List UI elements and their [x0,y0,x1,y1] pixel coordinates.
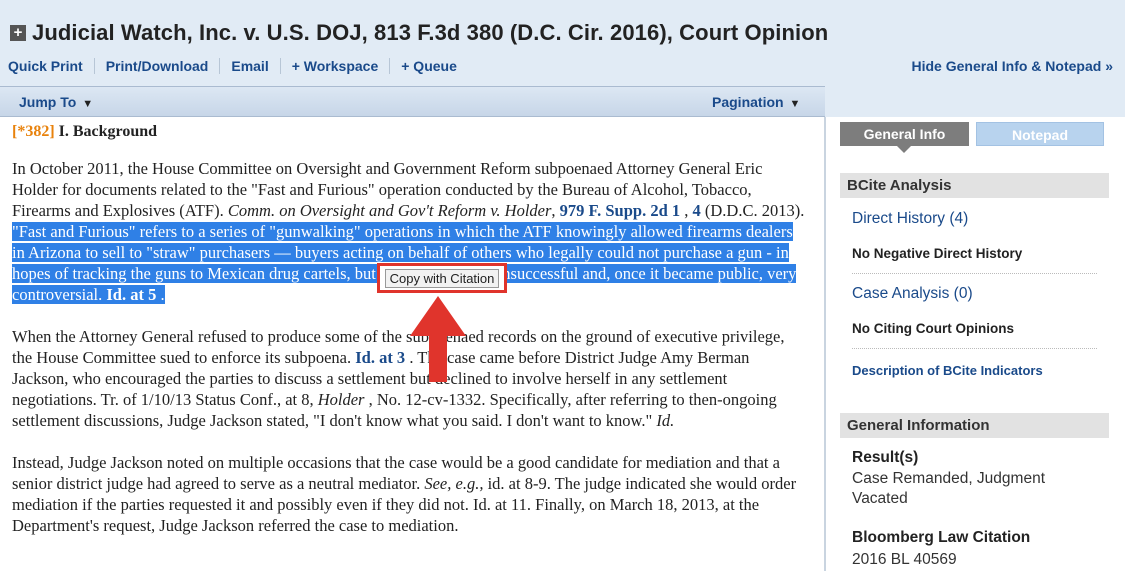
sidebar: General Info Notepad BCite Analysis Dire… [840,122,1110,568]
results-value: Case Remanded, Judgment Vacated [852,470,1046,507]
pagination-label: Pagination [712,94,784,110]
direct-history-link[interactable]: Direct History (4) [852,210,968,228]
bcite-description-link[interactable]: Description of BCite Indicators [852,363,1043,378]
bcite-analysis-header: BCite Analysis [840,173,1109,198]
add-queue-link[interactable]: + Queue [401,58,457,74]
paragraph: Instead, Judge Jackson noted on multiple… [12,452,808,536]
caret-down-icon: ▼ [82,98,94,110]
jump-to-label: Jump To [19,94,77,110]
double-chevron-right-icon: » [1105,58,1113,74]
signal: See, e.g., [424,474,484,493]
title-row: + Judicial Watch, Inc. v. U.S. DOJ, 813 … [10,20,828,46]
divider [852,273,1097,274]
citation-label: Bloomberg Law Citation [852,529,1031,546]
no-negative-history: No Negative Direct History [852,246,1023,261]
citation-link[interactable]: 4 [693,201,701,220]
opinion-text[interactable]: [*382] I. Background In October 2011, th… [12,123,808,557]
divider [219,58,221,74]
citation-link[interactable]: Id. at 3 [355,348,405,367]
paragraph: When the Attorney General refused to pro… [12,326,808,431]
text: (D.D.C. 2013). [700,201,805,220]
case-analysis-link[interactable]: Case Analysis (0) [852,285,973,303]
citation-link[interactable]: Id. at 5 [106,285,156,304]
panel-divider [824,117,826,571]
text: , [551,201,560,220]
case-name: Holder [317,390,365,409]
page-marker[interactable]: [*382] [12,123,55,140]
divider [279,58,281,74]
citation-value: 2016 BL 40569 [852,551,957,568]
general-information-header: General Information [840,413,1109,438]
divider [93,58,95,74]
hide-panel-label: Hide General Info & Notepad [911,58,1102,74]
document-nav-bar [0,86,825,117]
nav-bar-fill [825,86,1125,117]
section-title: I. Background [58,123,158,140]
case-name: Comm. on Oversight and Gov't Reform v. H… [227,201,552,220]
hide-panel-link[interactable]: Hide General Info & Notepad » [912,58,1114,74]
tab-notepad[interactable]: Notepad [976,122,1104,146]
print-download-link[interactable]: Print/Download [106,58,209,74]
tab-pointer [897,146,911,153]
pagination-dropdown[interactable]: Pagination ▼ [712,94,800,110]
divider [852,348,1097,349]
email-link[interactable]: Email [231,58,268,74]
section-heading: [*382] I. Background [12,123,808,141]
divider [389,58,391,74]
no-citing-opinions: No Citing Court Opinions [852,321,1014,336]
page-title: Judicial Watch, Inc. v. U.S. DOJ, 813 F.… [32,20,829,45]
tab-general-info[interactable]: General Info [840,122,969,146]
quick-print-link[interactable]: Quick Print [8,58,83,74]
jump-to-dropdown[interactable]: Jump To ▼ [19,94,93,110]
expand-icon[interactable]: + [10,25,26,41]
add-workspace-link[interactable]: + Workspace [292,58,379,74]
text: . [156,285,165,304]
copy-with-citation-popup: Copy with Citation [377,263,507,293]
caret-down-icon: ▼ [789,98,801,110]
action-bar: Quick Print Print/Download Email + Works… [8,58,457,74]
text: , [680,201,693,220]
sidebar-tabs: General Info Notepad [840,122,1110,154]
id-cite: Id. [656,411,675,430]
results-label: Result(s) [852,449,919,466]
copy-with-citation-button[interactable]: Copy with Citation [384,268,500,288]
citation-link[interactable]: 979 F. Supp. 2d 1 [560,201,680,220]
